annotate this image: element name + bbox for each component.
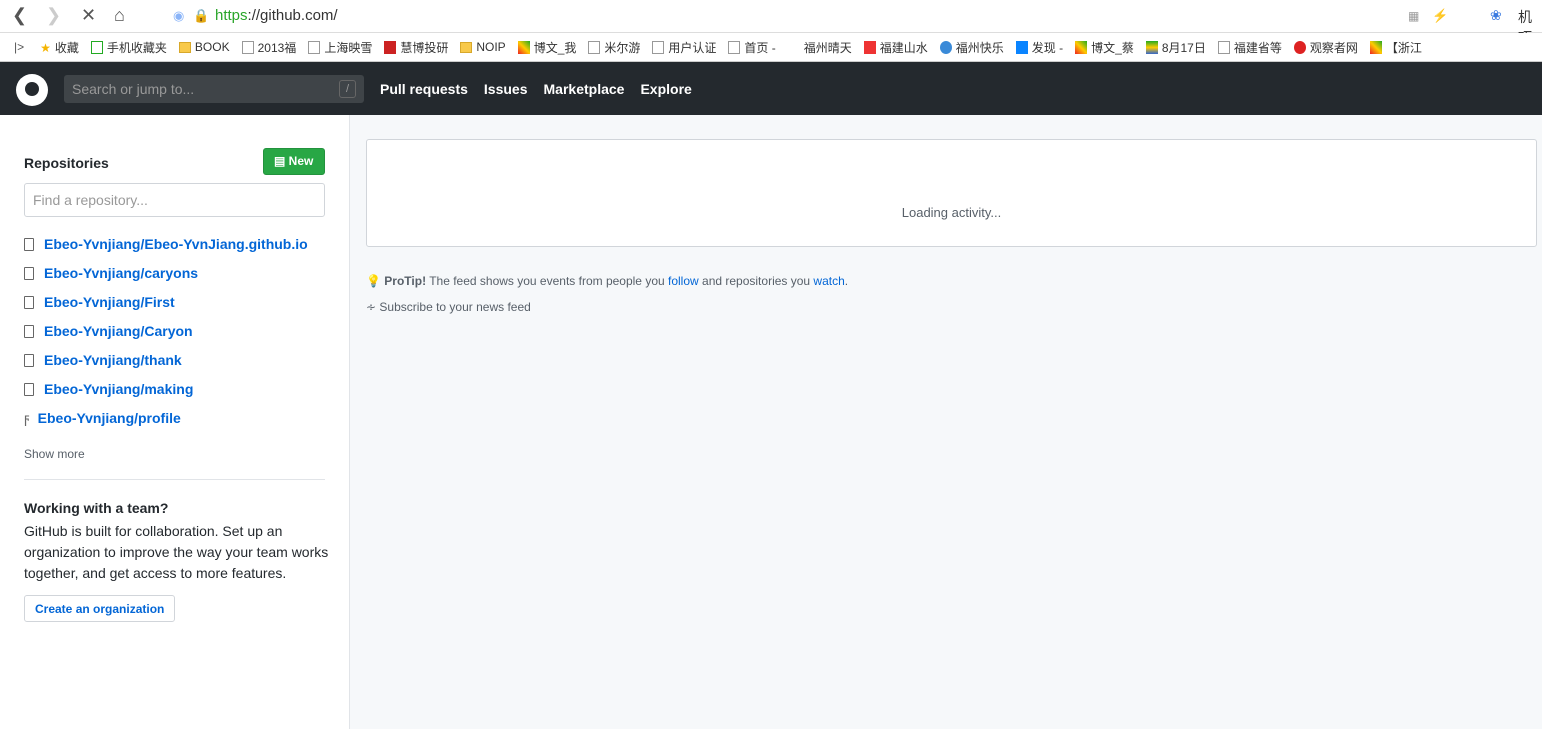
repo-link[interactable]: ϝ Ebeo-Yvnjiang/profile: [24, 410, 181, 426]
address-bar[interactable]: https://github.com/: [215, 7, 338, 24]
subscribe-link[interactable]: ∻ Subscribe to your news feed: [366, 300, 531, 314]
bookmark[interactable]: 博文_我: [517, 39, 576, 56]
repo-icon: [24, 295, 34, 309]
bookmark[interactable]: 用户认证: [652, 39, 716, 56]
repo-link[interactable]: Ebeo-Yvnjiang/making: [24, 381, 193, 397]
bookmark[interactable]: 观察者网: [1293, 39, 1358, 56]
nav-pull-requests[interactable]: Pull requests: [380, 81, 468, 97]
repo-icon: [24, 382, 34, 396]
lightning-icon[interactable]: ⚡: [1432, 8, 1448, 24]
bookmark[interactable]: 首页 -: [728, 39, 776, 56]
main-nav: Pull requests Issues Marketplace Explore: [380, 81, 692, 97]
nav-marketplace[interactable]: Marketplace: [544, 81, 625, 97]
browser-toolbar: ❮ ❯ ✕ ⌂ ◉ 🔒 https://github.com/ ▦ ⚡ ❀ 机巧: [0, 0, 1542, 45]
home-icon[interactable]: ⌂: [114, 5, 125, 26]
repo-link[interactable]: Ebeo-Yvnjiang/thank: [24, 352, 182, 368]
bookmark[interactable]: 米尔游: [588, 39, 640, 56]
bookmark[interactable]: 2013福: [241, 39, 296, 56]
repositories-heading: Repositories: [24, 155, 109, 171]
qr-icon[interactable]: ▦: [1408, 9, 1419, 23]
bookmark[interactable]: 福州晴天: [787, 39, 852, 56]
repo-icon: [24, 237, 34, 251]
nav-explore[interactable]: Explore: [640, 81, 691, 97]
bookmark[interactable]: 福建山水: [863, 39, 928, 56]
bookmark[interactable]: 慧博投研: [384, 39, 448, 56]
divider: [24, 479, 325, 480]
bookmark[interactable]: 发现 -: [1015, 39, 1063, 56]
lightbulb-icon: 💡: [366, 274, 381, 288]
bookmark[interactable]: 手机收藏夹: [90, 39, 167, 56]
baidu-icon[interactable]: ❀: [1490, 7, 1502, 24]
github-header: Search or jump to... / Pull requests Issu…: [0, 62, 1542, 115]
bookmark[interactable]: 福建省等: [1217, 39, 1282, 56]
loading-text: Loading activity...: [901, 205, 1002, 220]
repo-icon: [24, 266, 34, 280]
watch-link[interactable]: watch: [813, 274, 844, 288]
bookmark[interactable]: NOIP: [460, 40, 506, 54]
protip: 💡 ProTip! The feed shows you events from…: [366, 274, 849, 288]
show-more-link[interactable]: Show more: [24, 447, 85, 461]
sidebar: Repositories ▤ New Find a repository... …: [0, 115, 350, 729]
bookmarks-bar: |> ★ 收藏 手机收藏夹 BOOK 2013福 上海映雪 慧博投研 NOIP 博…: [0, 33, 1542, 62]
bookmark[interactable]: ★ 收藏: [40, 39, 79, 56]
repo-link[interactable]: Ebeo-Yvnjiang/caryons: [24, 265, 198, 281]
bookmark[interactable]: 【浙江: [1369, 39, 1422, 56]
team-heading: Working with a team?: [24, 500, 169, 516]
search-input[interactable]: Search or jump to... /: [64, 75, 364, 103]
nav-issues[interactable]: Issues: [484, 81, 528, 97]
stop-icon[interactable]: ✕: [81, 5, 96, 26]
create-organization-button[interactable]: Create an organization: [24, 595, 176, 622]
bookmark[interactable]: 福州快乐: [939, 39, 1004, 56]
activity-panel: Loading activity...: [366, 139, 1537, 247]
find-repository-input[interactable]: Find a repository...: [24, 183, 325, 217]
slash-shortcut: /: [339, 80, 356, 98]
repo-icon: ▤: [274, 154, 289, 168]
github-logo-icon[interactable]: [16, 74, 48, 106]
bookmark[interactable]: 8月17日: [1145, 39, 1206, 56]
follow-link[interactable]: follow: [668, 274, 699, 288]
forward-icon[interactable]: ❯: [46, 5, 61, 26]
fork-icon: ϝ: [24, 410, 30, 426]
sidebar-toggle-icon[interactable]: |>: [14, 40, 24, 54]
bookmark[interactable]: 上海映雪: [308, 39, 372, 56]
repo-icon: [24, 353, 34, 367]
repo-link[interactable]: Ebeo-Yvnjiang/Caryon: [24, 323, 193, 339]
rss-icon: ∻: [366, 300, 380, 314]
bookmark[interactable]: 博文_蔡: [1075, 39, 1134, 56]
team-description: GitHub is built for collaboration. Set u…: [24, 523, 329, 581]
new-repo-button[interactable]: ▤ New: [263, 148, 325, 175]
site-info-icon[interactable]: ◉: [173, 8, 184, 24]
repo-icon: [24, 324, 34, 338]
bookmark[interactable]: BOOK: [178, 40, 230, 54]
repo-link[interactable]: Ebeo-Yvnjiang/Ebeo-YvnJiang.github.io: [24, 236, 308, 252]
lock-icon: 🔒: [193, 8, 210, 23]
repo-link[interactable]: Ebeo-Yvnjiang/First: [24, 294, 175, 310]
back-icon[interactable]: ❮: [12, 5, 27, 26]
